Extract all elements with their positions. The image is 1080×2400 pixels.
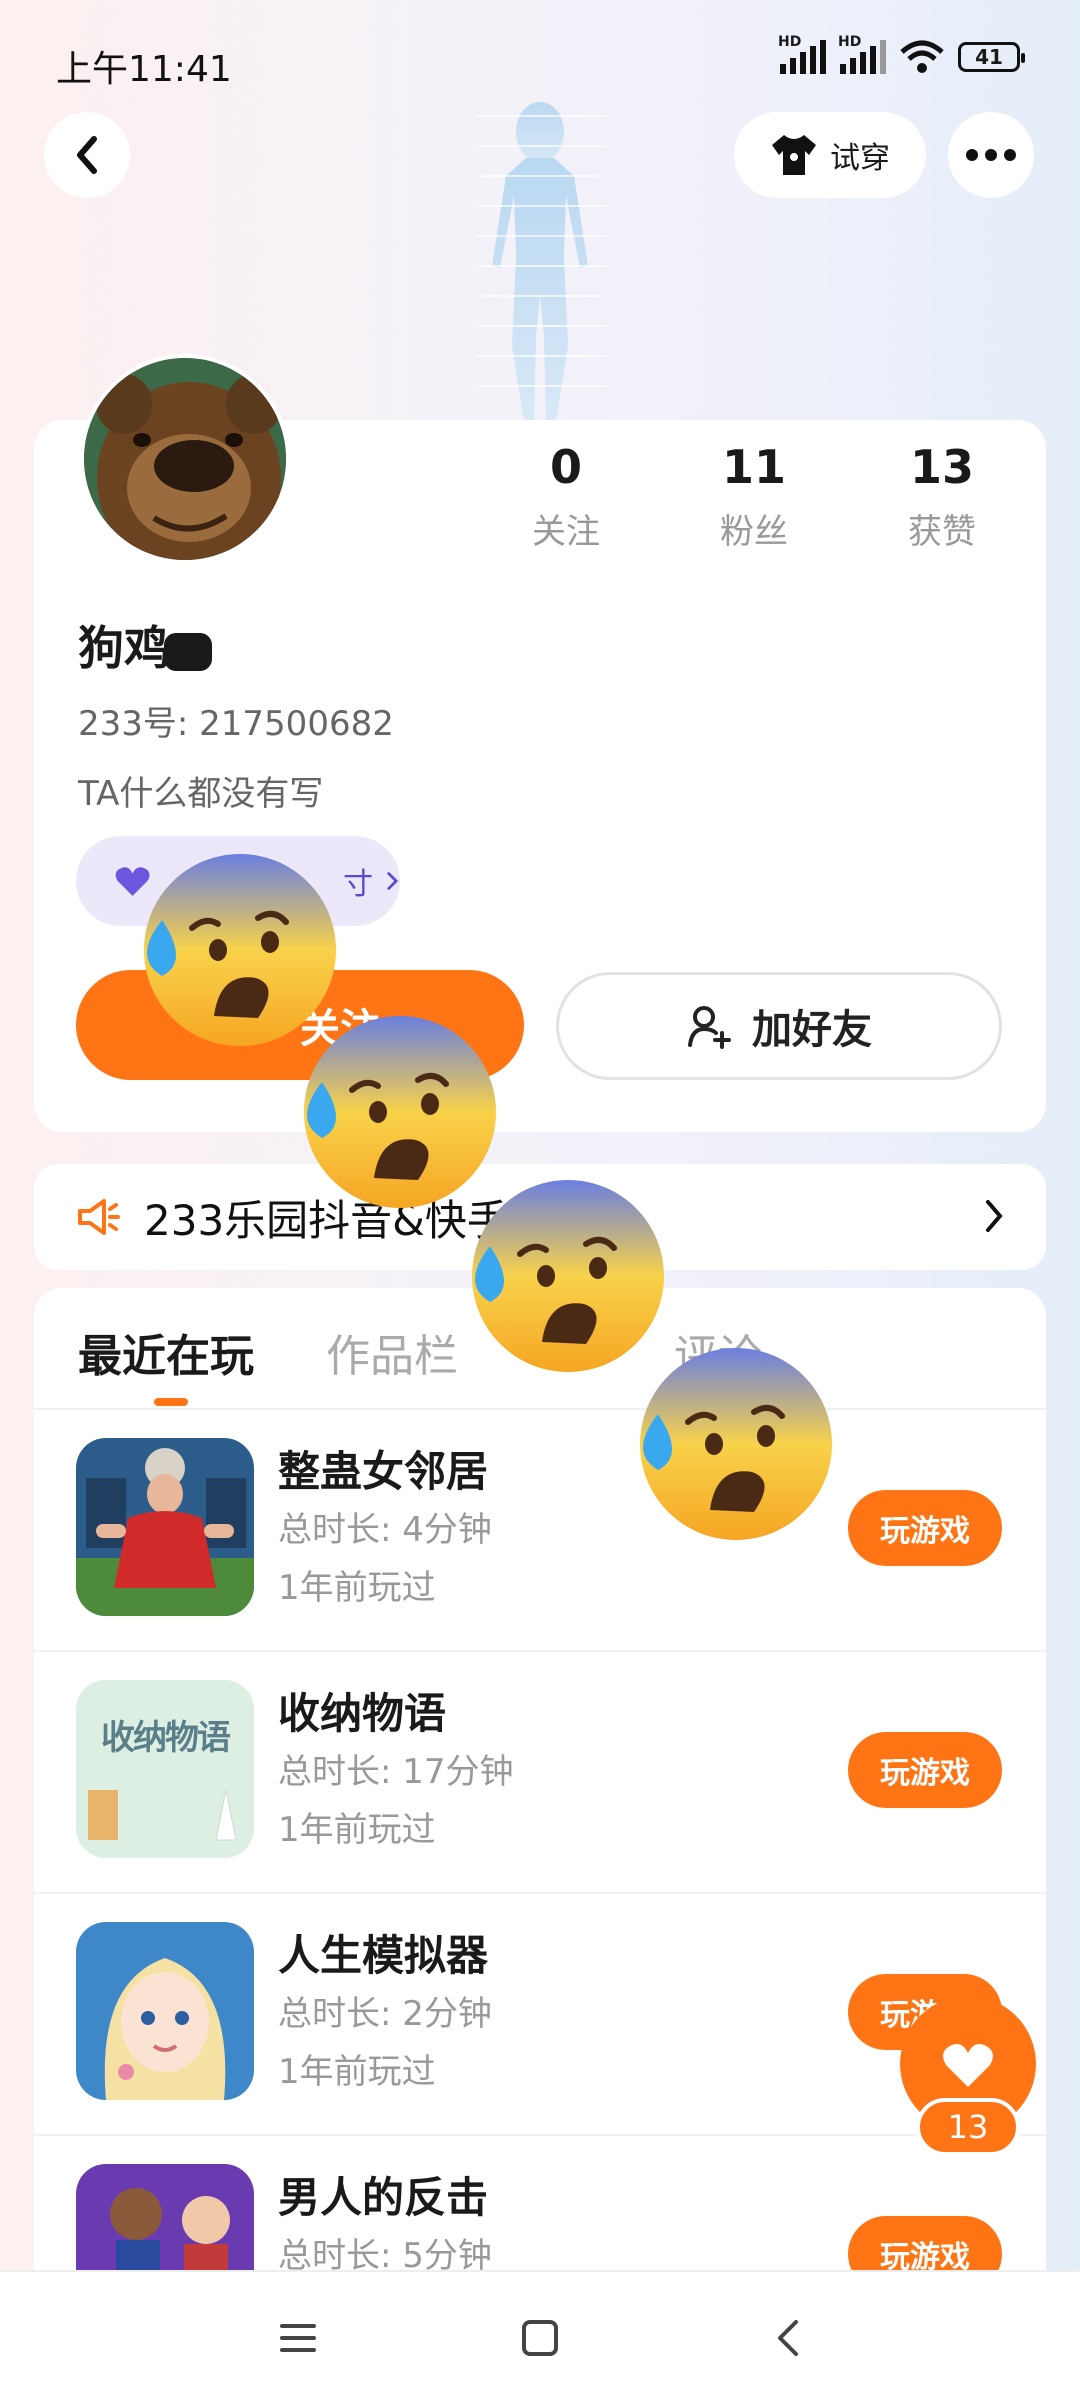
more-button[interactable] bbox=[948, 112, 1034, 198]
chevron-right-icon bbox=[387, 872, 399, 890]
signal-icon: HD bbox=[778, 34, 826, 74]
game-name: 男人的反击 bbox=[278, 2173, 489, 2222]
game-row[interactable]: 整蛊女邻居 总时长: 4分钟 1年前玩过 玩游戏 bbox=[34, 1410, 1046, 1652]
game-playtime: 总时长: 2分钟 bbox=[278, 1994, 492, 2034]
game-last-played: 1年前玩过 bbox=[278, 1810, 436, 1850]
play-game-button[interactable]: 玩游戏 bbox=[848, 1732, 1002, 1808]
play-game-button[interactable]: 玩游戏 bbox=[848, 1490, 1002, 1566]
signal-icon-2: HD bbox=[838, 34, 886, 74]
game-icon-life-simulator bbox=[76, 1922, 254, 2100]
stat-fans[interactable]: 11 粉丝 bbox=[660, 440, 848, 553]
game-name: 收纳物语 bbox=[278, 1689, 447, 1738]
back-nav-icon[interactable] bbox=[766, 2316, 810, 2360]
add-friend-button[interactable]: 加好友 bbox=[556, 972, 1002, 1080]
game-icon-storage-story: 收纳物语 bbox=[76, 1680, 254, 1858]
redaction-scribble bbox=[164, 632, 212, 671]
status-icons: HD HD 41 bbox=[778, 34, 1025, 74]
back-button[interactable] bbox=[44, 112, 130, 198]
game-playtime: 总时长: 17分钟 bbox=[278, 1752, 514, 1792]
tshirt-icon bbox=[772, 135, 816, 175]
system-nav-bar bbox=[0, 2270, 1080, 2400]
avatar-3d-figure[interactable] bbox=[456, 96, 624, 426]
clock: 上午11:41 bbox=[56, 49, 232, 90]
bear-avatar-image bbox=[84, 358, 286, 560]
chevron-left-icon bbox=[77, 136, 97, 174]
tab-indicator bbox=[154, 1398, 188, 1406]
game-last-played: 1年前玩过 bbox=[278, 2052, 436, 2092]
stat-following-label: 关注 bbox=[532, 512, 600, 552]
game-playtime: 总时长: 4分钟 bbox=[278, 1510, 492, 1550]
game-name: 人生模拟器 bbox=[278, 1931, 489, 1980]
tryon-button[interactable]: 试穿 bbox=[734, 112, 926, 198]
menu-icon[interactable] bbox=[276, 2316, 320, 2360]
recent-games-card: 最近在玩 作品栏 评论 整蛊女邻居 总时长: 4分钟 1年前玩过 玩游戏 bbox=[34, 1288, 1046, 2400]
game-icon-scary-neighbor bbox=[76, 1438, 254, 1616]
like-count-badge: 13 bbox=[916, 2098, 1020, 2156]
stat-likes-label: 获赞 bbox=[908, 512, 976, 552]
game-row[interactable]: 收纳物语 收纳物语 总时长: 17分钟 1年前玩过 玩游戏 bbox=[34, 1652, 1046, 1894]
game-row[interactable]: 人生模拟器 总时长: 2分钟 1年前玩过 玩游戏 bbox=[34, 1894, 1046, 2136]
anxious-sweat-emoji bbox=[640, 1348, 832, 1540]
more-icon bbox=[966, 149, 1016, 161]
add-user-icon bbox=[688, 1006, 731, 1049]
stat-likes-value: 13 bbox=[909, 440, 974, 494]
megaphone-icon bbox=[78, 1199, 120, 1235]
tab-works[interactable]: 作品栏 bbox=[326, 1320, 458, 1384]
home-icon[interactable] bbox=[518, 2316, 562, 2360]
wifi-icon bbox=[900, 40, 944, 73]
stat-following[interactable]: 0 关注 bbox=[472, 440, 660, 553]
stat-following-value: 0 bbox=[549, 440, 582, 494]
stat-likes[interactable]: 13 获赞 bbox=[848, 440, 1036, 553]
game-icon-title: 收纳物语 bbox=[101, 1718, 231, 1758]
heart-icon bbox=[943, 2044, 993, 2087]
avatar[interactable] bbox=[80, 354, 290, 564]
stat-fans-label: 粉丝 bbox=[720, 512, 788, 552]
game-name: 整蛊女邻居 bbox=[278, 1447, 489, 1496]
badge-pill-text: 寸 bbox=[343, 867, 374, 902]
tryon-label: 试穿 bbox=[830, 141, 890, 176]
user-id[interactable]: 233号: 217500682 bbox=[78, 696, 394, 745]
game-last-played: 1年前玩过 bbox=[278, 1568, 436, 1608]
tab-recently-played[interactable]: 最近在玩 bbox=[78, 1320, 254, 1384]
user-bio: TA什么都没有写 bbox=[78, 774, 324, 814]
add-friend-label: 加好友 bbox=[752, 1007, 872, 1053]
chevron-right-icon bbox=[986, 1200, 1003, 1232]
username: 狗鸡 bbox=[78, 612, 212, 678]
stat-fans-value: 11 bbox=[721, 440, 786, 494]
battery-icon: 41 bbox=[958, 42, 1025, 72]
